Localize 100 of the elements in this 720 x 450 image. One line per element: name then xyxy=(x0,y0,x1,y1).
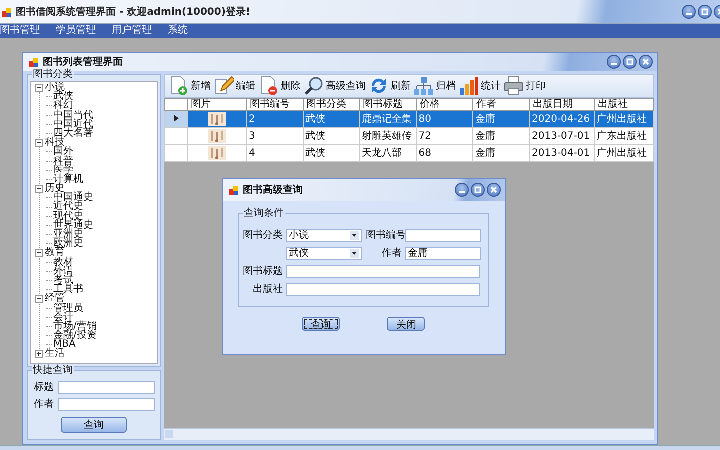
dropdown-arrow-icon xyxy=(350,230,359,240)
table-row[interactable]: 4 武侠 天龙八部 68 金庸 2013-04-01 广州出版社 xyxy=(164,144,654,162)
close-button[interactable] xyxy=(487,183,501,197)
close-icon xyxy=(490,186,498,194)
tree-item[interactable]: 科幻 xyxy=(54,101,74,111)
search-button[interactable]: 查询 xyxy=(61,417,127,433)
maximize-button[interactable] xyxy=(623,55,637,69)
toolbar-button[interactable]: 归档 xyxy=(414,75,456,97)
collapse-icon[interactable] xyxy=(35,84,43,92)
tree-item[interactable]: 市场/营销 xyxy=(54,322,97,332)
menu-item[interactable]: 系统 xyxy=(168,25,188,37)
tree-item[interactable]: 外语 xyxy=(54,266,74,276)
group-title: 图书分类 xyxy=(32,70,74,80)
tree-item[interactable]: 金融/投资 xyxy=(54,331,97,340)
table-cell: 2020-04-26 xyxy=(530,110,594,128)
table-cell: 金庸 xyxy=(472,144,530,162)
table-cell: 武侠 xyxy=(303,128,360,144)
tree-item[interactable]: 生活 xyxy=(45,349,65,359)
minimize-button[interactable] xyxy=(682,4,696,18)
dialog-button[interactable]: 查询 xyxy=(302,317,340,331)
tree-item[interactable]: 经管 xyxy=(45,294,65,304)
column-header[interactable]: 图片 xyxy=(188,98,246,110)
collapse-icon[interactable] xyxy=(35,138,43,147)
maximize-icon xyxy=(626,58,634,66)
table-row[interactable]: 2 武侠 鹿鼎记全集 80 金庸 2020-04-26 广州出版社 xyxy=(164,110,654,128)
toolbar-button[interactable]: 新增 xyxy=(169,75,211,97)
column-header xyxy=(164,98,188,110)
toolbar-button[interactable]: 打印 xyxy=(504,75,546,97)
tree-item[interactable]: 欧洲史 xyxy=(54,239,84,248)
tree-item[interactable]: 中国近代 xyxy=(54,120,94,129)
table-cell: 鹿鼎记全集 xyxy=(360,110,416,128)
table-cell: 4 xyxy=(246,144,304,162)
tree-item[interactable]: 工具书 xyxy=(54,285,84,294)
field-label: 出版社 xyxy=(252,282,283,296)
tree-item[interactable]: 小说 xyxy=(45,83,65,92)
column-header[interactable]: 出版社 xyxy=(594,98,654,110)
table-cell: 广东出版社 xyxy=(594,128,654,144)
expand-icon[interactable] xyxy=(35,350,43,358)
menu-item[interactable]: 图书管理 xyxy=(0,25,40,37)
column-header[interactable]: 图书编号 xyxy=(246,98,304,110)
column-header[interactable]: 图书分类 xyxy=(303,98,360,110)
toolbar-button[interactable]: 统计 xyxy=(459,75,501,97)
input-field[interactable] xyxy=(405,228,481,242)
table-cell: 广州出版社 xyxy=(594,110,654,128)
input-field[interactable] xyxy=(58,398,155,410)
toolbar-button[interactable]: 删除 xyxy=(259,75,301,97)
tree-item[interactable]: 国外 xyxy=(54,147,74,156)
tree-item[interactable]: 考试 xyxy=(54,276,74,286)
tree-item[interactable]: 亚洲史 xyxy=(54,230,84,240)
close-button[interactable] xyxy=(639,55,653,69)
maximize-button[interactable] xyxy=(471,183,485,197)
tree-item[interactable]: 中国通史 xyxy=(54,193,94,202)
toolbar-button[interactable]: 编辑 xyxy=(214,75,256,97)
tree-item[interactable]: 教材 xyxy=(54,258,74,267)
dropdown[interactable]: 小说 xyxy=(286,228,362,242)
collapse-icon[interactable] xyxy=(35,294,43,303)
tree-item[interactable]: 现代史 xyxy=(54,212,84,221)
tree-item[interactable]: 四大名著 xyxy=(54,128,94,138)
toolbar-button[interactable]: 高级查询 xyxy=(304,75,366,97)
tree-item[interactable]: 中国当代 xyxy=(54,110,94,120)
tree-item[interactable]: 近代史 xyxy=(54,202,84,212)
tree-item[interactable]: 计算机 xyxy=(54,174,84,184)
bar-chart-icon xyxy=(459,76,479,96)
tree-item[interactable]: 科普 xyxy=(54,156,74,166)
tree-item[interactable]: 教育 xyxy=(45,248,65,258)
table-cell: 2 xyxy=(246,110,304,128)
column-header[interactable]: 作者 xyxy=(472,98,530,110)
field-label: 标题 xyxy=(33,380,54,394)
input-field[interactable] xyxy=(286,282,480,296)
input-field[interactable]: 金庸 xyxy=(405,246,481,260)
tree-item[interactable]: 医学 xyxy=(54,166,74,175)
input-field[interactable] xyxy=(58,380,155,394)
minimize-button[interactable] xyxy=(455,183,469,197)
scrollbar[interactable] xyxy=(164,428,654,440)
tree-item[interactable]: 会计 xyxy=(54,312,74,322)
collapse-icon[interactable] xyxy=(35,184,43,193)
table-cell: 72 xyxy=(416,128,473,144)
tree-item[interactable]: 武侠 xyxy=(54,92,74,102)
window-title: 图书列表管理界面 xyxy=(43,56,123,68)
tree-item[interactable]: MBA xyxy=(54,340,76,350)
pencil-icon xyxy=(214,76,234,96)
toolbar-button[interactable]: 刷新 xyxy=(369,75,411,97)
minimize-button[interactable] xyxy=(607,55,621,69)
tree-item[interactable]: 管理员 xyxy=(54,304,84,313)
dialog-button[interactable]: 关闭 xyxy=(387,317,426,331)
menu-item[interactable]: 用户管理 xyxy=(112,25,152,37)
tree-item[interactable]: 历史 xyxy=(45,184,65,194)
tree-item[interactable]: 世界通史 xyxy=(54,220,94,230)
maximize-button[interactable] xyxy=(698,4,712,18)
collapse-icon[interactable] xyxy=(35,248,43,257)
field-label: 图书分类 xyxy=(242,228,283,242)
table-row[interactable]: 3 武侠 射雕英雄传 72 金庸 2013-07-01 广东出版社 xyxy=(164,128,654,144)
table-cell: 天龙八部 xyxy=(360,144,416,162)
menu-item[interactable]: 学员管理 xyxy=(56,25,96,37)
column-header[interactable]: 出版日期 xyxy=(530,98,594,110)
tree-item[interactable]: 科技 xyxy=(45,138,65,148)
dropdown[interactable]: 武侠 xyxy=(286,246,362,260)
column-header[interactable]: 图书标题 xyxy=(360,98,416,110)
column-header[interactable]: 价格 xyxy=(416,98,473,110)
input-field[interactable] xyxy=(286,264,480,278)
